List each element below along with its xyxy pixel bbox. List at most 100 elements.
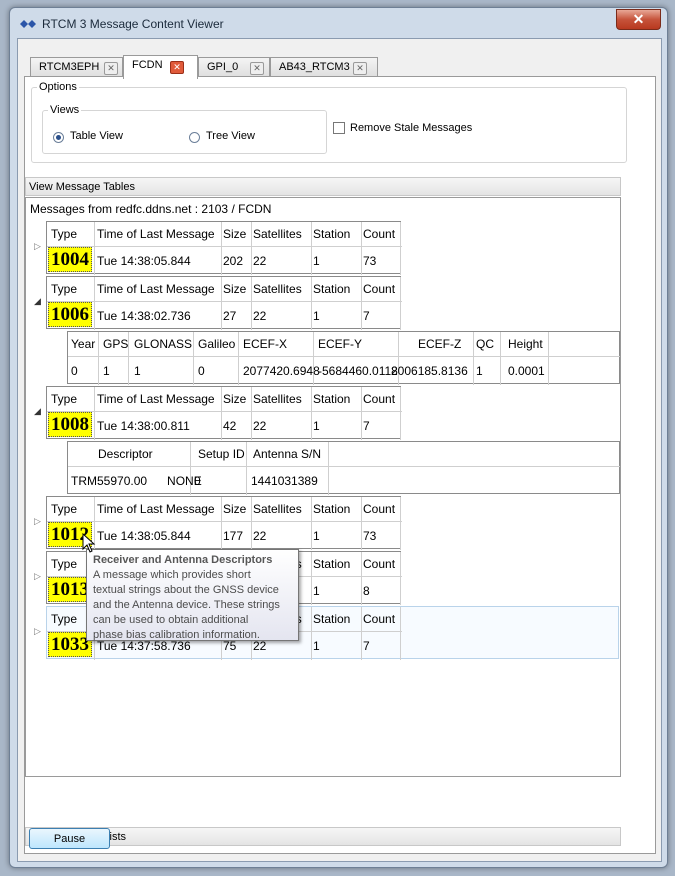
message-station-cell: 1 (313, 309, 320, 323)
column-header: Satellites (253, 502, 302, 516)
detail-table-1008: Descriptor Setup ID Antenna S/N TRM55970.00… (67, 441, 620, 495)
title-bar[interactable]: RTCM 3 Message Content Viewer ✕ (10, 8, 667, 38)
column-divider (548, 332, 549, 385)
message-table-1004[interactable]: Type Time of Last Message Size Satellites St… (46, 221, 402, 275)
message-time-cell: Tue 14:38:05.844 (97, 254, 191, 268)
message-satellites-cell: 22 (253, 254, 267, 268)
message-satellites-cell: 22 (253, 419, 267, 433)
expand-arrow-icon[interactable]: ▷ (34, 626, 41, 637)
views-legend: Views (48, 104, 82, 116)
message-table-1008[interactable]: Type Time of Last Message Size Satellites St… (46, 386, 402, 440)
column-divider (361, 607, 362, 660)
column-divider (400, 552, 401, 605)
tab-rtcm3eph[interactable]: RTCM3EPH ✕ (30, 57, 123, 77)
column-divider (361, 497, 362, 550)
column-header: Station (313, 227, 351, 241)
column-divider (311, 277, 312, 330)
column-divider (94, 277, 95, 330)
column-header: Size (223, 392, 247, 406)
table-view-radio[interactable] (53, 132, 64, 143)
column-divider (311, 222, 312, 275)
table-view-label[interactable]: Table View (70, 130, 123, 142)
remove-stale-label[interactable]: Remove Stale Messages (350, 122, 472, 134)
tooltip-line: can be used to obtain additional (93, 614, 249, 626)
tab-close-icon[interactable]: ✕ (170, 61, 184, 74)
tree-view-radio[interactable] (189, 132, 200, 143)
column-divider (361, 222, 362, 275)
detail-value-cell: 2077420.6948 (243, 364, 320, 378)
remove-stale-checkbox[interactable] (333, 122, 345, 134)
collapse-arrow-icon[interactable]: ◢ (34, 406, 41, 417)
tooltip-line: A message which provides short (93, 569, 251, 581)
detail-value-cell: 1 (134, 364, 141, 378)
column-divider (251, 222, 252, 275)
column-divider (400, 277, 401, 330)
row-divider (47, 301, 402, 302)
mouse-cursor-icon (82, 533, 96, 553)
expand-arrow-icon[interactable]: ▷ (34, 241, 41, 252)
tab-gpi-0[interactable]: GPI_0 ✕ (198, 57, 270, 77)
column-header: Count (363, 227, 396, 241)
collapse-arrow-icon[interactable]: ◢ (34, 296, 41, 307)
column-header: Station (313, 392, 351, 406)
detail-column-header: ECEF-X (243, 337, 288, 351)
column-header: Size (223, 502, 247, 516)
tab-label: AB43_RTCM3 (279, 61, 350, 73)
message-station-cell: 1 (313, 639, 320, 653)
message-satellites-cell: 22 (253, 309, 267, 323)
row-divider (68, 356, 620, 357)
detail-column-header: GLONASS (134, 337, 193, 351)
expand-arrow-icon[interactable]: ▷ (34, 516, 41, 527)
column-divider (400, 387, 401, 440)
column-divider (361, 552, 362, 605)
detail-value-cell: TRM55970.00 NONE (71, 474, 202, 488)
column-divider (251, 387, 252, 440)
message-table-1006[interactable]: Type Time of Last Message Size Satellites St… (46, 276, 402, 330)
app-window: RTCM 3 Message Content Viewer ✕ RTCM3EPH… (9, 7, 668, 868)
column-header: Type (51, 392, 78, 406)
column-divider (328, 442, 329, 495)
column-header: Type (51, 227, 78, 241)
tab-close-icon[interactable]: ✕ (250, 62, 264, 75)
detail-value-cell: 1441031389 (251, 474, 318, 488)
column-divider (400, 497, 401, 550)
column-header: Type (51, 282, 78, 296)
tab-close-icon[interactable]: ✕ (353, 62, 367, 75)
expand-arrow-icon[interactable]: ▷ (34, 571, 41, 582)
message-station-cell: 1 (313, 254, 320, 268)
column-divider (94, 222, 95, 275)
message-size-cell: 177 (223, 529, 244, 543)
message-table-1012[interactable]: Type Time of Last Message Size Satellites St… (46, 496, 402, 550)
view-message-tables-header[interactable]: View Message Tables (25, 177, 621, 196)
column-header: Size (223, 282, 247, 296)
column-divider (400, 222, 401, 275)
column-header: Type (51, 557, 78, 571)
message-size-cell: 202 (223, 254, 244, 268)
window-close-button[interactable]: ✕ (616, 9, 661, 30)
column-divider (221, 222, 222, 275)
detail-value-cell: 2006185.8136 (391, 364, 468, 378)
tab-fcdn[interactable]: FCDN ✕ (123, 55, 198, 79)
column-divider (251, 497, 252, 550)
message-station-cell: 1 (313, 584, 320, 598)
view-message-lists-header[interactable]: View Message Lists (25, 827, 621, 846)
message-station-cell: 1 (313, 419, 320, 433)
pause-button[interactable]: Pause (29, 828, 110, 849)
column-header: Time of Last Message (97, 282, 215, 296)
window-title: RTCM 3 Message Content Viewer (42, 17, 224, 31)
column-divider (98, 332, 99, 385)
row-divider (47, 521, 402, 522)
column-divider (311, 607, 312, 660)
tooltip-line: and the Antenna device. These strings (93, 599, 280, 611)
column-divider (221, 387, 222, 440)
tab-ab43-rtcm3[interactable]: AB43_RTCM3 ✕ (270, 57, 378, 77)
tree-view-label[interactable]: Tree View (206, 130, 255, 142)
detail-column-header: Height (508, 337, 543, 351)
message-station-cell: 1 (313, 529, 320, 543)
row-divider (47, 411, 402, 412)
column-header: Count (363, 557, 396, 571)
tab-label: GPI_0 (207, 61, 239, 73)
detail-value-cell: 1 (103, 364, 110, 378)
tab-close-icon[interactable]: ✕ (104, 62, 118, 75)
message-count-cell: 73 (363, 254, 377, 268)
